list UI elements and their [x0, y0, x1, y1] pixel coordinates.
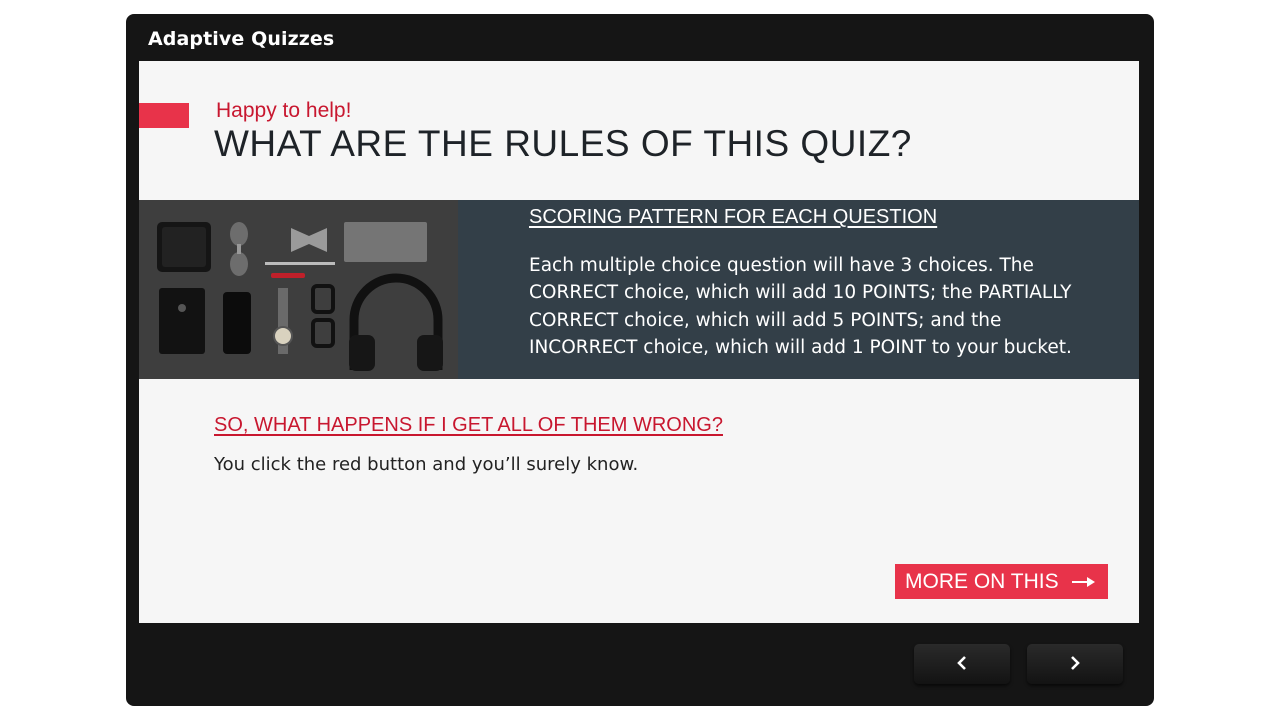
next-slide-button[interactable] — [1027, 644, 1123, 684]
more-on-this-label: MORE ON THIS — [905, 570, 1059, 593]
title-accent-bar — [139, 103, 189, 128]
accessories-photo — [139, 200, 458, 379]
scoring-description: Each multiple choice question will have … — [529, 255, 1072, 358]
more-on-this-button[interactable]: MORE ON THIS — [895, 564, 1108, 599]
player-title: Adaptive Quizzes — [148, 28, 335, 50]
scoring-heading: SCORING PATTERN FOR EACH QUESTION — [529, 206, 938, 228]
slide-title: WHAT ARE THE RULES OF THIS QUIZ? — [214, 123, 912, 164]
chevron-right-icon — [1069, 655, 1081, 674]
accessories-photo-illustration — [139, 200, 458, 379]
arrow-right-icon — [1072, 564, 1096, 599]
slide-content: Happy to help! WHAT ARE THE RULES OF THI… — [139, 61, 1139, 623]
wrong-answers-heading: SO, WHAT HAPPENS IF I GET ALL OF THEM WR… — [214, 414, 723, 436]
chevron-left-icon — [956, 655, 968, 674]
slide-subtitle: Happy to help! — [216, 99, 352, 122]
wrong-answers-text: You click the red button and you’ll sure… — [214, 454, 639, 475]
quiz-player-frame: Adaptive Quizzes Happy to help! WHAT ARE… — [126, 14, 1154, 706]
previous-slide-button[interactable] — [914, 644, 1010, 684]
scoring-info-band: SCORING PATTERN FOR EACH QUESTION Each m… — [139, 200, 1139, 379]
